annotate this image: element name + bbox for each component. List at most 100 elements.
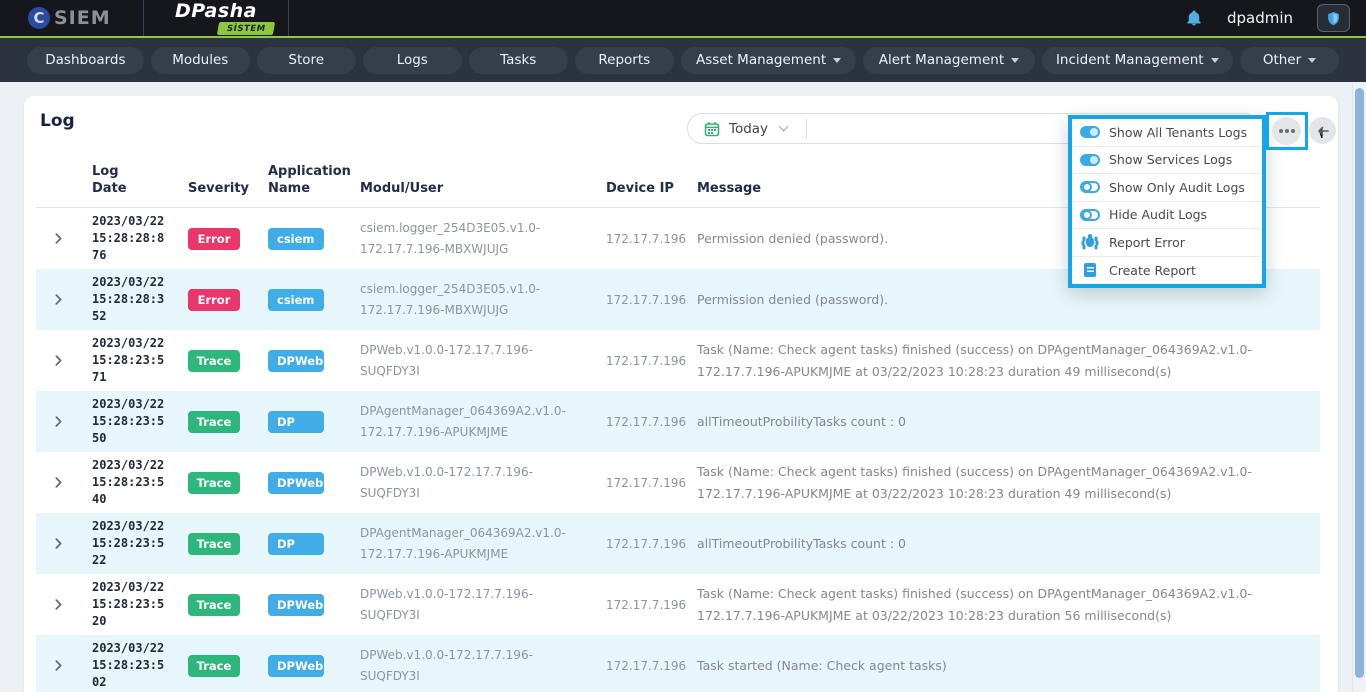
- actions-menu-item[interactable]: Report Error: [1072, 229, 1262, 257]
- cell-modul-user: DPWeb.v1.0.0-172.17.7.196-SUQFDY3I: [360, 645, 606, 686]
- topbar: C SIEM DPasha SİSTEM dpadmin: [0, 0, 1366, 36]
- menu-item-label: Hide Audit Logs: [1109, 207, 1207, 222]
- cell-message: allTimeoutProbilityTasks count : 0: [697, 411, 1320, 433]
- menu-item-icon: [1080, 263, 1100, 277]
- table-row[interactable]: 2023/03/22 15:28:23:502 Trace DPWeb DPWe…: [36, 635, 1320, 692]
- row-expander[interactable]: [36, 354, 80, 367]
- csiem-logo: C SIEM: [0, 7, 143, 29]
- application-badge: csiem: [268, 228, 324, 250]
- cell-device-ip: 172.17.7.196: [606, 232, 697, 246]
- application-badge: DP: [268, 533, 324, 555]
- header-modul-user: Modul/User: [360, 181, 606, 198]
- row-expander[interactable]: [36, 415, 80, 428]
- row-expander[interactable]: [36, 476, 80, 489]
- header-log-date: Log Date: [80, 164, 138, 198]
- bell-icon[interactable]: [1185, 9, 1203, 27]
- username[interactable]: dpadmin: [1227, 9, 1293, 27]
- shield-icon: [1326, 10, 1341, 27]
- cell-device-ip: 172.17.7.196: [606, 659, 697, 673]
- severity-badge: Trace: [188, 350, 240, 372]
- actions-menu: Show All Tenants Logs Show Services Logs…: [1068, 115, 1266, 288]
- row-expander[interactable]: [36, 598, 80, 611]
- cell-message: Task (Name: Check agent tasks) finished …: [697, 461, 1320, 505]
- nav-item[interactable]: Modules: [151, 47, 250, 74]
- nav-item-label: Logs: [397, 52, 428, 68]
- nav-item-label: Asset Management: [696, 52, 826, 68]
- nav-item[interactable]: Logs: [363, 47, 462, 74]
- cell-log-date: 2023/03/22 15:28:28:352: [80, 274, 188, 325]
- actions-menu-item[interactable]: Show All Tenants Logs: [1072, 119, 1262, 147]
- dpasha-logo-text: DPasha: [175, 2, 257, 21]
- application-badge: DPWeb: [268, 350, 324, 372]
- nav-item[interactable]: Other: [1240, 47, 1339, 74]
- table-row[interactable]: 2023/03/22 15:28:23:571 Trace DPWeb DPWe…: [36, 330, 1320, 391]
- nav-item-label: Incident Management: [1056, 52, 1204, 68]
- cell-message: Task started (Name: Check agent tasks): [697, 655, 1320, 677]
- nav-item[interactable]: Incident Management: [1042, 47, 1233, 74]
- table-row[interactable]: 2023/03/22 15:28:23:540 Trace DPWeb DPWe…: [36, 452, 1320, 513]
- main-nav: Dashboards Modules Store Logs Tasks Repo…: [0, 38, 1366, 82]
- table-row[interactable]: 2023/03/22 15:28:23:550 Trace DP DPAgent…: [36, 391, 1320, 452]
- menu-item-label: Create Report: [1109, 263, 1196, 278]
- actions-menu-item[interactable]: Show Only Audit Logs: [1072, 174, 1262, 202]
- menu-item-label: Report Error: [1109, 235, 1185, 250]
- cell-modul-user: DPWeb.v1.0.0-172.17.7.196-SUQFDY3I: [360, 584, 606, 625]
- cell-modul-user: DPWeb.v1.0.0-172.17.7.196-SUQFDY3I: [360, 462, 606, 503]
- cell-modul-user: DPAgentManager_064369A2.v1.0-172.17.7.19…: [360, 401, 606, 442]
- cell-modul-user: DPWeb.v1.0.0-172.17.7.196-SUQFDY3I: [360, 340, 606, 381]
- severity-badge: Trace: [188, 533, 240, 555]
- nav-item[interactable]: Reports: [575, 47, 674, 74]
- cell-device-ip: 172.17.7.196: [606, 293, 697, 307]
- topbar-right: dpadmin: [1185, 4, 1366, 32]
- more-actions-button[interactable]: [1272, 117, 1301, 145]
- caret-down-icon: [1011, 58, 1019, 63]
- cell-message: allTimeoutProbilityTasks count : 0: [697, 533, 1320, 555]
- header-device-ip: Device IP: [606, 181, 697, 198]
- cell-log-date: 2023/03/22 15:28:23:520: [80, 579, 188, 630]
- collapse-back-button[interactable]: [1309, 117, 1336, 144]
- profile-shield-button[interactable]: [1317, 4, 1350, 32]
- row-expander[interactable]: [36, 659, 80, 672]
- cell-modul-user: csiem.logger_254D3E05.v1.0-172.17.7.196-…: [360, 218, 606, 259]
- page-scrollbar: [1352, 84, 1366, 692]
- scrollbar-thumb[interactable]: [1355, 88, 1364, 678]
- nav-item[interactable]: Tasks: [469, 47, 568, 74]
- cell-log-date: 2023/03/22 15:28:23:571: [80, 335, 188, 386]
- nav-item-label: Store: [288, 52, 324, 68]
- row-expander[interactable]: [36, 232, 80, 245]
- cell-application: DPWeb: [268, 655, 360, 677]
- actions-menu-item[interactable]: Hide Audit Logs: [1072, 202, 1262, 230]
- cell-device-ip: 172.17.7.196: [606, 598, 697, 612]
- cell-log-date: 2023/03/22 15:28:28:876: [80, 213, 188, 264]
- application-badge: DP: [268, 411, 324, 433]
- nav-item-label: Reports: [598, 52, 650, 68]
- nav-item[interactable]: Dashboards: [27, 47, 144, 74]
- csiem-logo-text: SIEM: [54, 7, 111, 29]
- actions-menu-item[interactable]: Show Services Logs: [1072, 147, 1262, 175]
- nav-item[interactable]: Asset Management: [681, 47, 857, 74]
- log-card: Log Today Show All Tenants Logs Show Ser…: [24, 96, 1338, 692]
- nav-item[interactable]: Alert Management: [863, 47, 1034, 74]
- actions-menu-item[interactable]: Create Report: [1072, 257, 1262, 285]
- nav-item[interactable]: Store: [257, 47, 356, 74]
- row-expander[interactable]: [36, 293, 80, 306]
- cell-log-date: 2023/03/22 15:28:23:502: [80, 640, 188, 691]
- chevron-right-icon: [52, 537, 65, 550]
- nav-item-label: Modules: [172, 52, 228, 68]
- cell-application: DP: [268, 533, 360, 555]
- date-filter-label: Today: [729, 121, 768, 137]
- caret-down-icon: [833, 58, 841, 63]
- caret-down-icon: [1308, 58, 1316, 63]
- severity-badge: Trace: [188, 594, 240, 616]
- cell-log-date: 2023/03/22 15:28:23:550: [80, 396, 188, 447]
- chevron-right-icon: [52, 354, 65, 367]
- dpasha-logo: DPasha SİSTEM: [144, 2, 288, 35]
- table-row[interactable]: 2023/03/22 15:28:23:520 Trace DPWeb DPWe…: [36, 574, 1320, 635]
- cell-log-date: 2023/03/22 15:28:23:522: [80, 518, 188, 569]
- table-row[interactable]: 2023/03/22 15:28:23:522 Trace DP DPAgent…: [36, 513, 1320, 574]
- chevron-right-icon: [52, 232, 65, 245]
- row-expander[interactable]: [36, 537, 80, 550]
- menu-item-icon: [1080, 126, 1100, 138]
- menu-item-label: Show All Tenants Logs: [1109, 125, 1247, 140]
- ellipsis-icon: [1285, 129, 1289, 133]
